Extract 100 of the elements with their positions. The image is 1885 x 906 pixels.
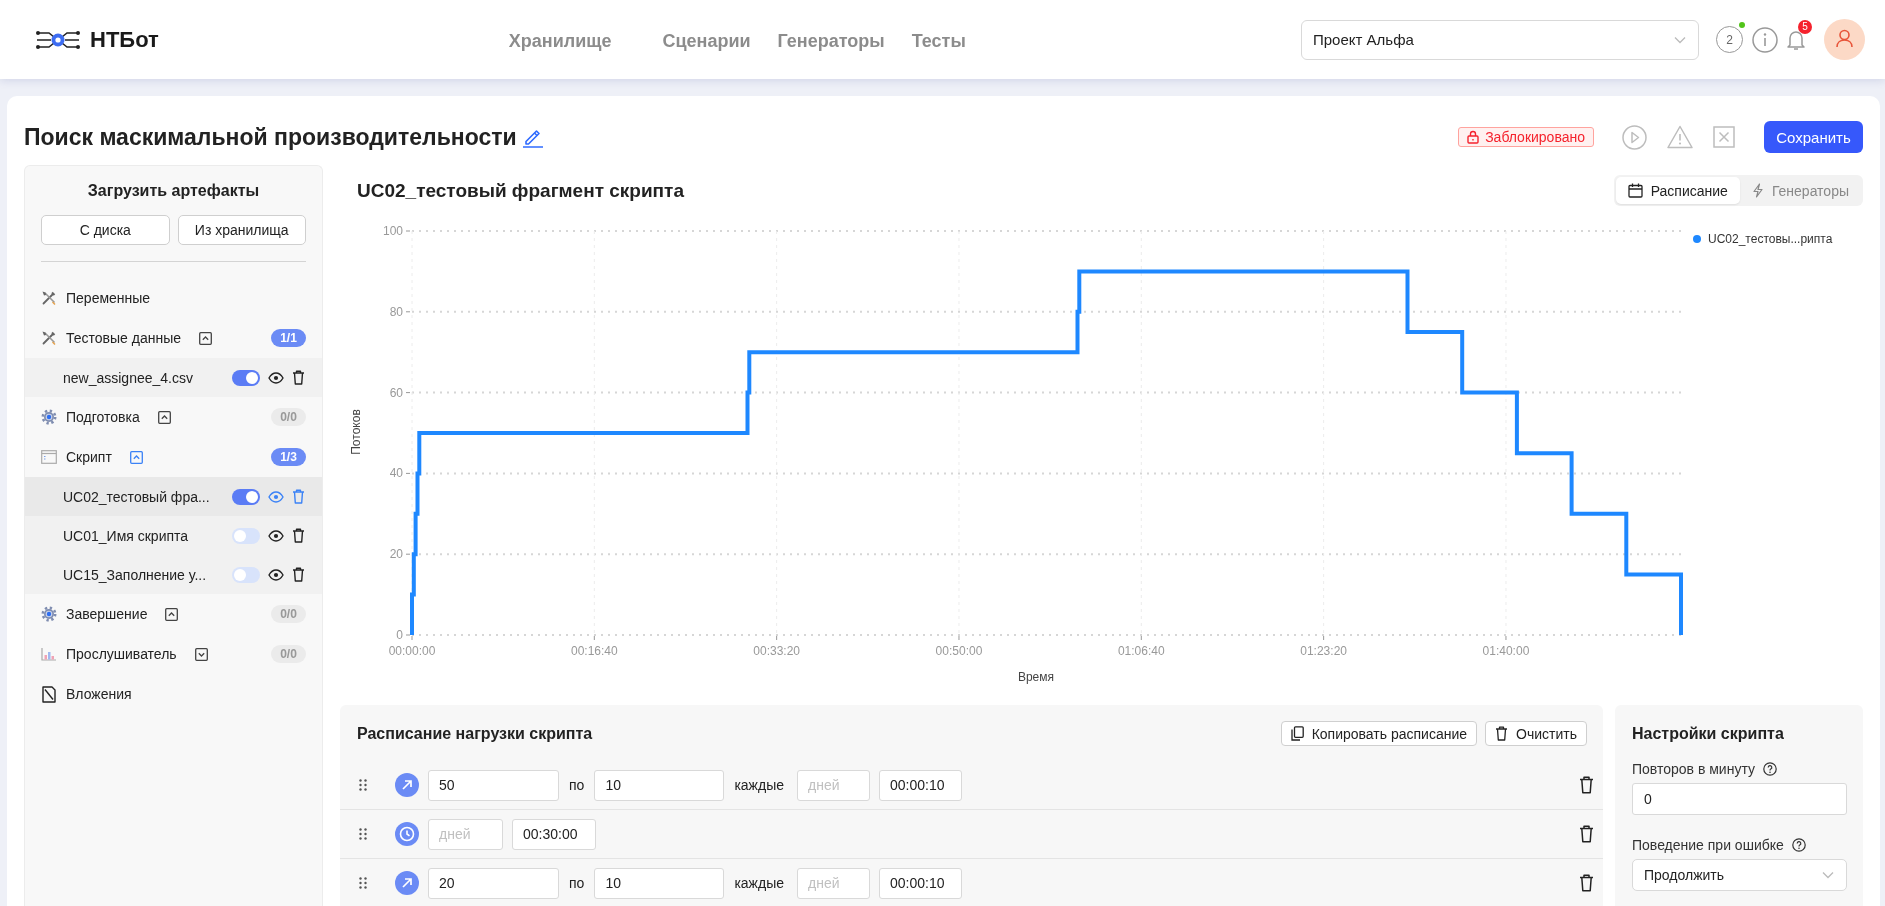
count-badge: 1/1 [271,329,306,347]
info-icon[interactable] [1752,26,1778,53]
trash-icon[interactable] [1579,825,1594,843]
drag-handle-icon[interactable] [359,828,367,840]
field-label: каждые [733,875,785,891]
section-label[interactable]: Завершение [66,606,148,622]
project-select[interactable]: Проект Альфа [1301,19,1699,60]
document-icon [41,685,57,703]
time-input[interactable]: 00:00:10 [879,867,962,899]
field-label: каждые [733,777,785,793]
caret-up-icon[interactable] [165,607,179,621]
gear-icon [41,606,57,622]
trash-icon[interactable] [1579,776,1594,794]
days-input[interactable]: дней [797,867,870,899]
arrow-up-right-icon [395,773,419,797]
section-label[interactable]: Подготовка [66,409,140,425]
artifact-name[interactable]: new_assignee_4.csv [63,369,232,386]
save-button[interactable]: Сохранить [1764,121,1863,153]
view-tab[interactable]: Расписание [1615,177,1740,204]
chevron-down-icon [1822,871,1834,879]
axis-tick-label: 80 [389,304,403,319]
settings-title: Настройки скрипта [1632,725,1785,743]
section-label[interactable]: Прослушиватель [66,646,177,662]
artifact-row[interactable]: UC01_Имя скрипта [25,516,322,555]
time-input[interactable]: 00:00:10 [879,769,962,801]
trash-icon[interactable] [292,528,305,543]
artifact-name[interactable]: UC01_Имя скрипта [63,527,232,544]
clear-button[interactable]: Очистить [1485,721,1587,746]
trash-icon[interactable] [292,370,305,385]
artifact-name[interactable]: UC15_Заполнение у... [63,566,232,583]
number-input[interactable]: 0 [1632,783,1847,815]
schedule-title: Расписание нагрузки скрипта [357,724,593,743]
drag-handle-icon[interactable] [359,779,367,791]
count-input[interactable]: 50 [428,769,559,801]
artifact-row[interactable]: UC02_тестовый фра... [25,477,322,516]
artifact-row[interactable]: new_assignee_4.csv [25,358,322,397]
upload-button[interactable]: Из хранилища [177,215,306,245]
status-dot-icon [1739,22,1745,28]
axis-tick-label: 100 [382,224,403,238]
axis-tick-label: 00:00:00 [388,644,436,658]
toggle-switch[interactable] [232,488,260,505]
window-icon [41,450,57,464]
axis-tick-label: 0 [396,628,403,642]
section-label[interactable]: Переменные [66,290,151,306]
step-input[interactable]: 10 [594,867,725,899]
axis-tick-label: 60 [389,385,403,400]
lock-icon [1467,130,1480,144]
step-input[interactable]: 10 [594,769,725,801]
axis-tick-label: 01:23:20 [1300,644,1347,658]
axis-tick-label: 00:50:00 [935,644,983,658]
drag-handle-icon[interactable] [359,877,367,889]
section-label[interactable]: Вложения [66,686,132,702]
help-icon[interactable] [1791,838,1806,852]
count-badge: 1/3 [271,448,306,466]
axis-tick-label: 00:16:40 [570,644,618,658]
eye-icon[interactable] [268,371,284,384]
section-label[interactable]: Скрипт [66,449,112,465]
upload-button[interactable]: С диска [41,215,170,245]
notification-badge: 5 [1798,19,1812,34]
page-title: Поиск маскимальной производительности [24,123,517,151]
toggle-switch[interactable] [232,369,260,386]
axis-title: Время [1017,670,1055,684]
copy-schedule-button[interactable]: Копировать расписание [1280,721,1478,746]
caret-down-icon[interactable] [194,647,208,661]
tools-icon [41,330,57,346]
count-badge: 0/0 [271,408,306,426]
dropdown-select[interactable]: Продолжить [1632,859,1847,891]
toggle-switch[interactable] [232,527,260,544]
axis-tick-label: 00:33:20 [753,644,800,658]
trash-icon[interactable] [292,567,305,582]
help-icon[interactable] [1763,762,1777,776]
sidebar-title: Загрузить артефакты [86,181,261,201]
count-badge: 0/0 [271,645,306,663]
time-input[interactable]: 00:30:00 [512,818,596,850]
toggle-switch[interactable] [232,566,260,583]
days-input[interactable]: дней [797,769,870,801]
field-label: Повторов в минуту [1632,761,1755,777]
gear-icon [41,409,57,425]
artifact-row[interactable]: UC15_Заполнение у... [25,555,322,594]
logo-text[interactable]: НТБот [90,26,159,53]
count-input[interactable]: 20 [428,867,559,899]
artifact-name[interactable]: UC02_тестовый фра... [63,488,232,505]
axis-tick-label: 01:06:40 [1117,644,1165,658]
avatar-icon[interactable] [1824,19,1865,60]
tools-icon [41,290,57,306]
axis-tick-label: 20 [389,547,403,562]
chart-title: UC02_тестовый фрагмент скрипта [357,179,684,202]
days-input[interactable]: дней [428,818,503,850]
axis-title: Потоков [349,409,363,455]
caret-up-icon[interactable] [157,410,171,424]
trash-icon[interactable] [1579,874,1594,892]
eye-icon[interactable] [268,529,284,542]
field-label: Поведение при ошибке [1632,837,1784,853]
arrow-up-right-icon [395,871,419,895]
legend-label[interactable]: UC02_тестовы...рипта [1708,232,1833,246]
section-label[interactable]: Тестовые данные [66,330,182,346]
caret-up-icon[interactable] [199,331,213,345]
calendar-icon [1627,183,1643,198]
eye-icon[interactable] [268,568,284,581]
chevron-down-icon [1674,35,1686,44]
